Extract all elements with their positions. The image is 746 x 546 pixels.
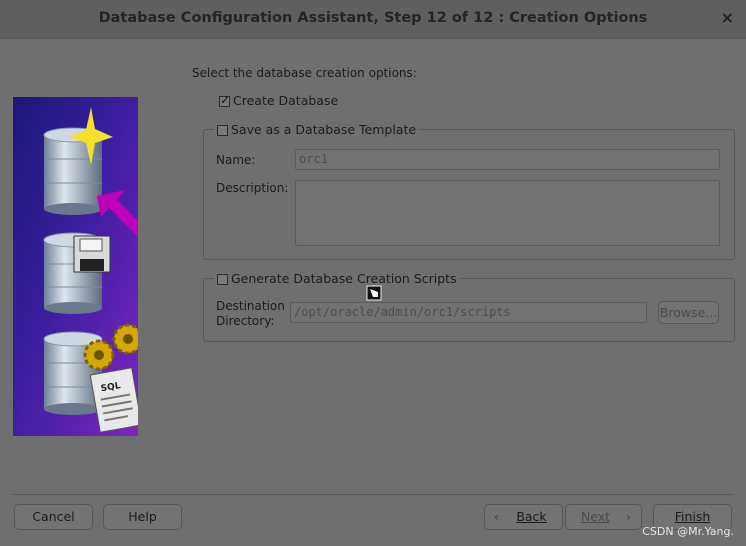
destination-directory-label: Destination Directory: [216,299,285,328]
floppy-disk-icon [73,235,111,273]
name-input[interactable]: orc1 [295,149,720,170]
watermark: CSDN @Mr.Yang. [642,525,734,538]
instruction-text: Select the database creation options: [192,66,417,80]
create-database-checkbox[interactable]: Create Database [219,93,338,108]
chevron-left-icon: ‹ [494,509,499,524]
cancel-button[interactable]: Cancel [14,504,93,530]
dialog-window: Database Configuration Assistant, Step 1… [0,0,746,546]
close-icon[interactable]: × [721,8,734,27]
description-textarea[interactable] [295,180,720,246]
checkbox-checked-icon[interactable] [219,93,230,107]
save-template-label: Save as a Database Template [231,122,417,137]
create-database-label: Create Database [233,93,339,108]
wizard-illustration: SQL [13,97,138,436]
checkbox-unchecked-icon[interactable] [217,125,228,136]
generate-scripts-checkbox[interactable]: Generate Database Creation Scripts [214,271,460,286]
help-button[interactable]: Help [103,504,182,530]
chevron-right-icon: › [626,509,631,524]
footer-separator [13,494,733,495]
window-title: Database Configuration Assistant, Step 1… [98,10,648,26]
back-button[interactable]: ‹ Back [484,504,563,530]
next-button[interactable]: Next › [565,504,642,530]
browse-button[interactable]: Browse... [658,301,719,324]
generate-scripts-label: Generate Database Creation Scripts [231,271,457,286]
save-template-checkbox[interactable]: Save as a Database Template [214,122,420,137]
name-label: Name: [216,153,256,167]
title-bar[interactable]: Database Configuration Assistant, Step 1… [0,0,746,39]
mouse-cursor-icon [366,285,382,301]
destination-directory-input[interactable]: /opt/oracle/admin/orc1/scripts [290,302,647,323]
description-label: Description: [216,181,289,195]
checkbox-unchecked-icon[interactable] [217,274,228,285]
